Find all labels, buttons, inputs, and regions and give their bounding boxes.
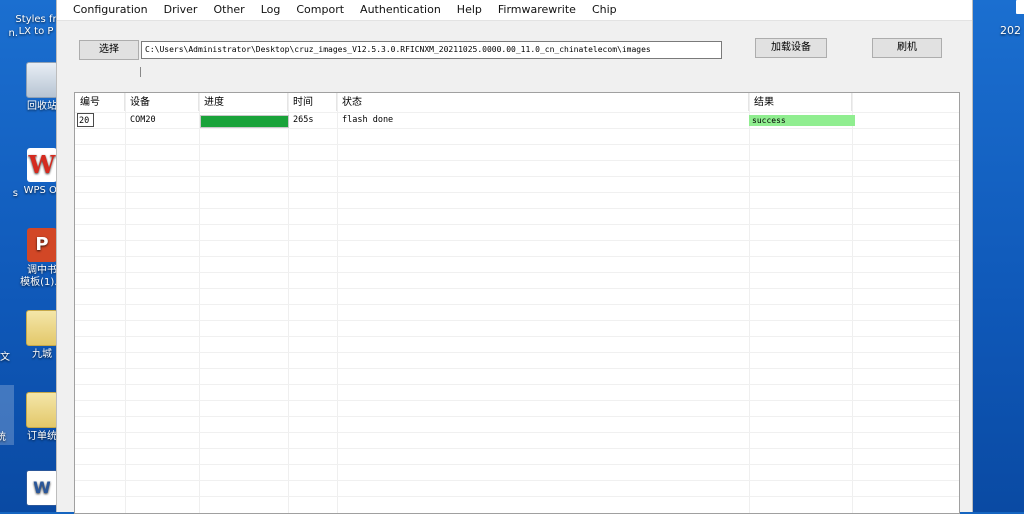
column-divider — [199, 93, 200, 513]
desktop-icon-label: 九城 — [32, 349, 52, 360]
row-divider — [75, 288, 959, 289]
desktop-edge-text: 统 — [0, 432, 6, 443]
desktop-right-label: 202 — [1000, 24, 1021, 37]
row-divider — [75, 128, 959, 129]
cell-result-badge: success — [749, 115, 855, 126]
header-device[interactable]: 设备 — [125, 93, 199, 111]
menu-chip[interactable]: Chip — [584, 0, 625, 20]
powerpoint-icon: P — [27, 228, 57, 262]
desktop-icon-label: 订单统 — [27, 431, 57, 442]
row-divider — [75, 336, 959, 337]
menu-authentication[interactable]: Authentication — [352, 0, 449, 20]
header-result[interactable]: 结果 — [749, 93, 852, 111]
row-divider — [75, 272, 959, 273]
separator-mark — [140, 67, 141, 77]
row-divider — [75, 416, 959, 417]
row-divider — [75, 240, 959, 241]
folder-icon — [26, 310, 58, 346]
desktop-icon-label: Styles fr LX to P — [15, 14, 57, 37]
image-path-field[interactable]: C:\Users\Administrator\Desktop\cruz_imag… — [141, 41, 722, 59]
column-divider — [749, 93, 750, 513]
row-divider — [75, 432, 959, 433]
desktop-edge-text: n. — [8, 28, 18, 39]
desktop-edge-text: s — [12, 188, 18, 199]
flash-button[interactable]: 刷机 — [872, 38, 942, 58]
wps-logo-icon: W — [27, 148, 57, 182]
row-divider — [75, 320, 959, 321]
cell-number[interactable]: 20 — [77, 113, 94, 127]
row-divider — [75, 368, 959, 369]
progress-bar-fill — [201, 116, 288, 127]
recycle-bin-icon — [26, 62, 58, 98]
row-divider — [75, 144, 959, 145]
row-divider — [75, 480, 959, 481]
word-document-icon: W — [26, 470, 58, 506]
desktop-file-icon[interactable] — [1016, 0, 1024, 14]
row-divider — [75, 400, 959, 401]
menu-help[interactable]: Help — [449, 0, 490, 20]
select-folder-button[interactable]: 选择 — [79, 40, 139, 60]
menu-driver[interactable]: Driver — [156, 0, 206, 20]
row-divider — [75, 352, 959, 353]
cell-time: 265s — [293, 115, 314, 125]
menu-log[interactable]: Log — [253, 0, 289, 20]
column-divider — [337, 93, 338, 513]
progress-bar — [200, 115, 289, 128]
header-status[interactable]: 状态 — [337, 93, 749, 111]
menu-bar: Configuration Driver Other Log Comport A… — [57, 0, 972, 21]
row-divider — [75, 224, 959, 225]
flash-tool-window: Configuration Driver Other Log Comport A… — [56, 0, 973, 514]
menu-comport[interactable]: Comport — [288, 0, 352, 20]
column-divider — [125, 93, 126, 513]
header-number[interactable]: 编号 — [75, 93, 125, 111]
column-divider — [288, 93, 289, 513]
row-divider — [75, 384, 959, 385]
row-divider — [75, 448, 959, 449]
menu-configuration[interactable]: Configuration — [65, 0, 156, 20]
desktop-edge-text: 文 — [0, 352, 10, 363]
row-divider — [75, 256, 959, 257]
device-table: 编号 设备 进度 时间 状态 结果 20 COM20 265s flash do… — [74, 92, 960, 514]
row-divider — [75, 464, 959, 465]
header-extra — [852, 93, 959, 111]
row-divider — [75, 304, 959, 305]
row-divider — [75, 496, 959, 497]
cell-device: COM20 — [130, 115, 156, 125]
desktop-icon-label: WPS Of — [23, 185, 61, 196]
menu-other[interactable]: Other — [205, 0, 252, 20]
menu-firmwarewrite[interactable]: Firmwarewrite — [490, 0, 584, 20]
row-divider — [75, 160, 959, 161]
row-divider — [75, 192, 959, 193]
row-divider — [75, 176, 959, 177]
column-divider — [852, 93, 853, 513]
cell-status: flash done — [342, 115, 394, 125]
load-device-button[interactable]: 加载设备 — [755, 38, 827, 58]
folder-icon — [26, 392, 58, 428]
row-divider — [75, 208, 959, 209]
desktop-icon-label: 回收站 — [27, 101, 57, 112]
header-progress[interactable]: 进度 — [199, 93, 288, 111]
header-time[interactable]: 时间 — [288, 93, 337, 111]
